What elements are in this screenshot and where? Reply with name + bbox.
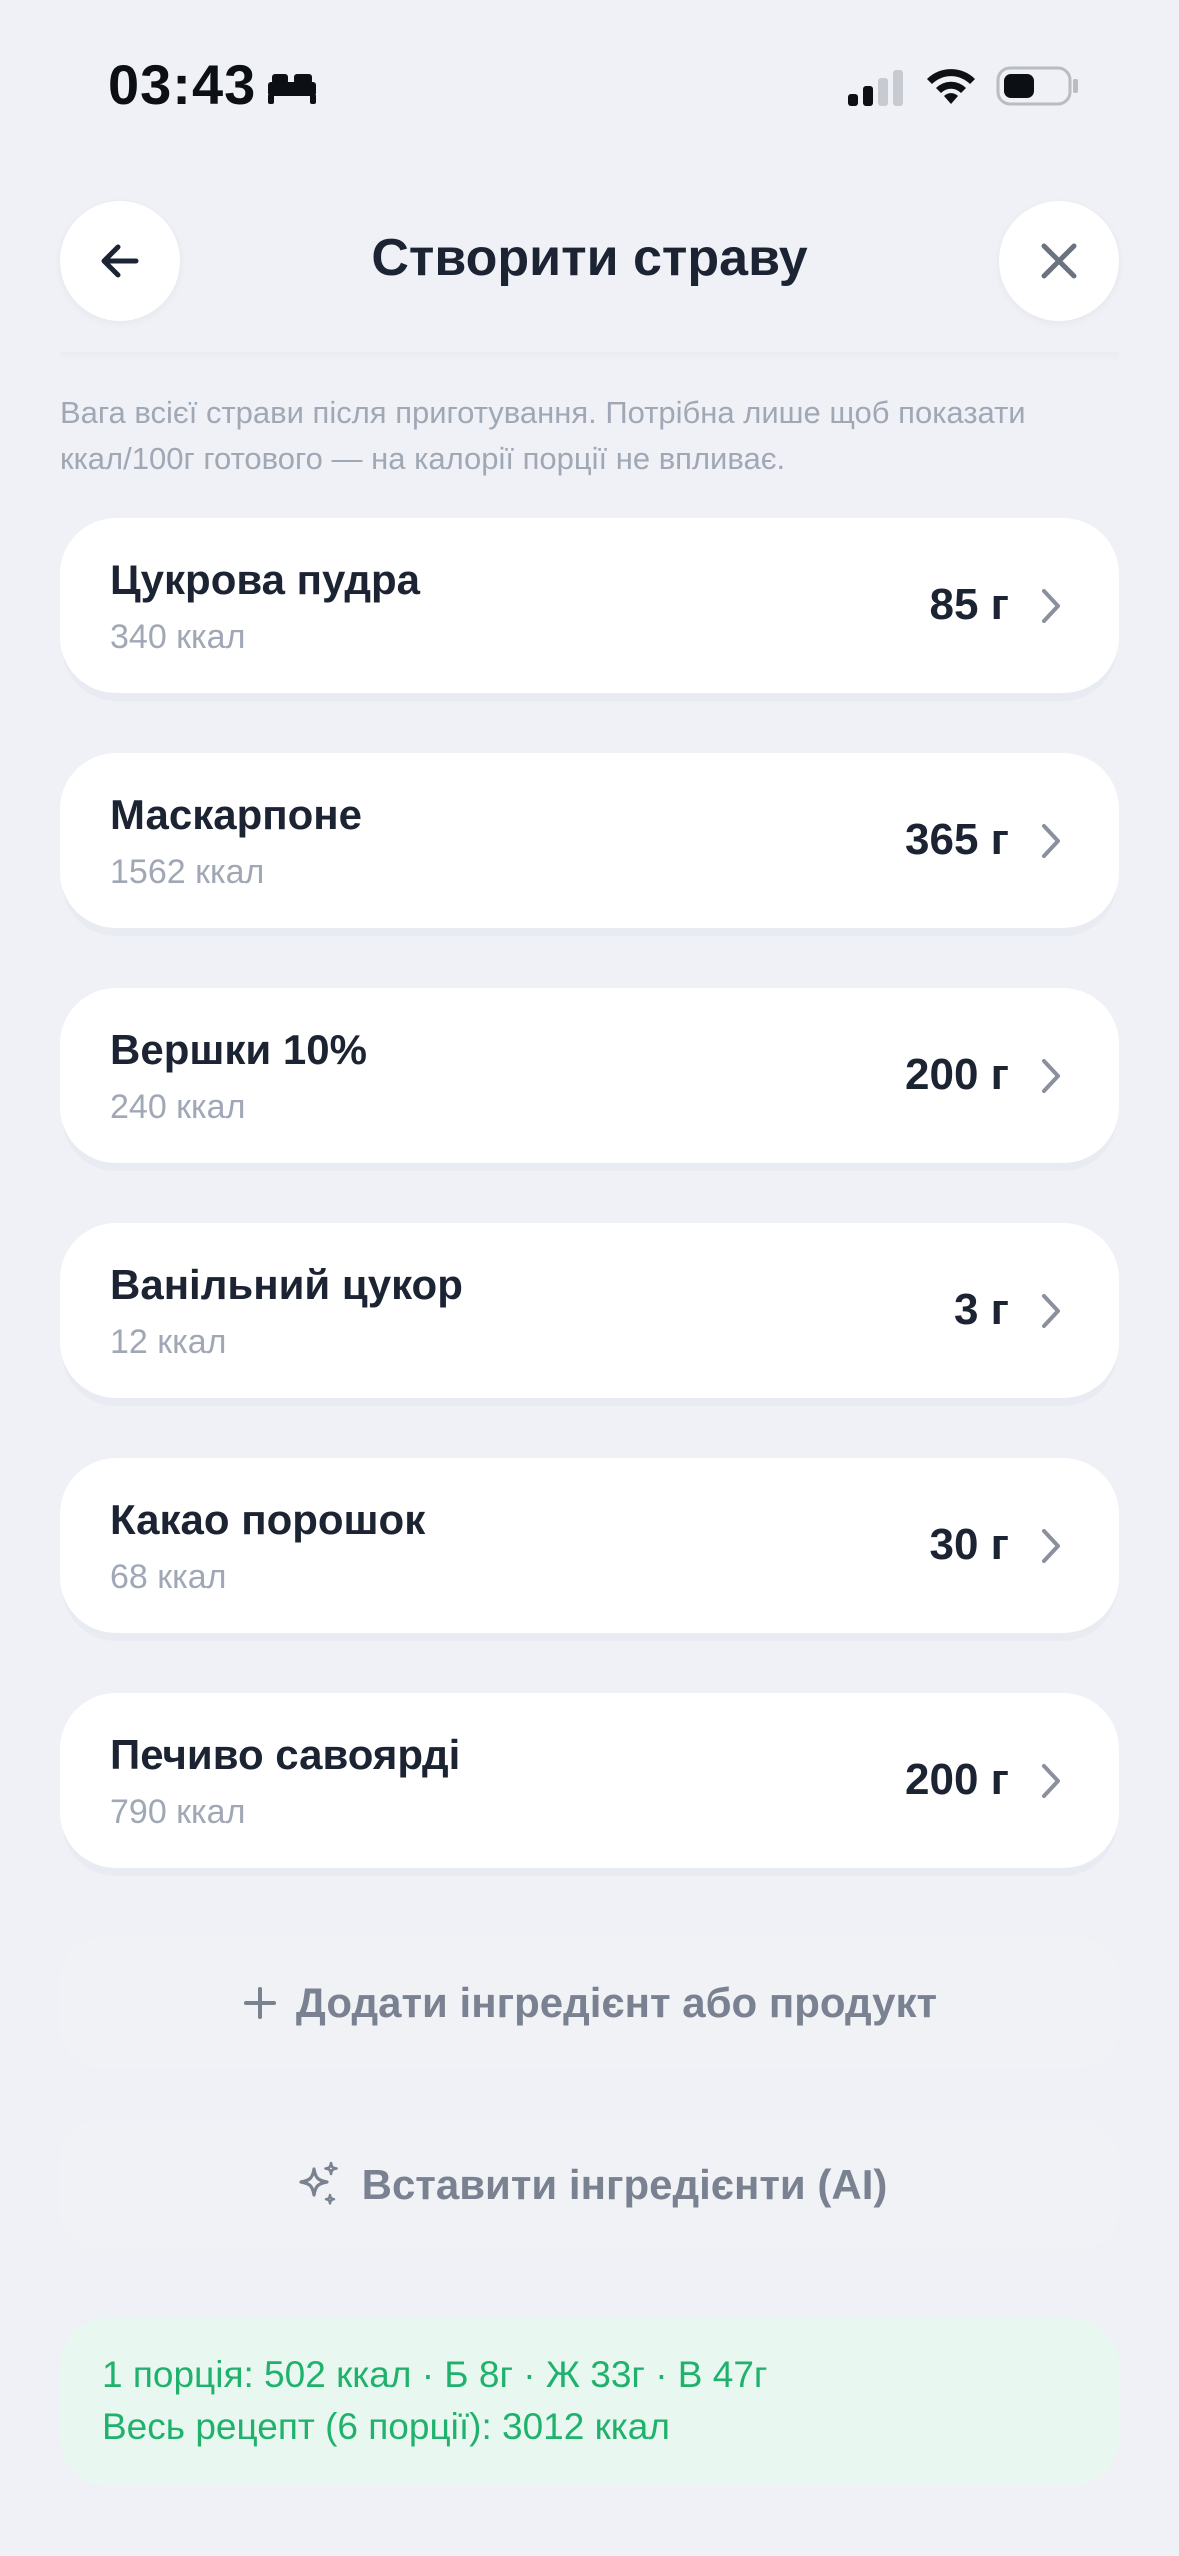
add-ingredient-button[interactable]: Додати інгредієнт або продукт [60,1938,1119,2068]
chevron-right-icon [1042,824,1060,858]
ingredient-name: Ванільний цукор [110,1261,463,1308]
ingredient-row-cream[interactable]: Вершки 10% 240 ккал 200 г [60,988,1119,1163]
cooked-weight-hint: Вага всієї страви після приготування. По… [60,395,1026,476]
paste-ingredients-ai-button[interactable]: Вставити інгредієнти (AI) [60,2120,1119,2250]
ingredient-row-mascarpone[interactable]: Маскарпоне 1562 ккал 365 г [60,753,1119,928]
whole-recipe-summary: Весь рецепт (6 порції): 3012 ккал [102,2406,670,2447]
ingredient-kcal: 790 ккал [110,1793,246,1831]
battery-icon [996,66,1078,106]
ingredient-amount: 3 г [953,1285,1009,1334]
ingredient-amount: 200 г [905,1755,1009,1804]
ingredient-name: Цукрова пудра [110,556,421,603]
wifi-icon [927,69,975,104]
ingredient-row-savoiardi[interactable]: Печиво савоярді 790 ккал 200 г [60,1693,1119,1868]
ingredient-kcal: 68 ккал [110,1558,227,1596]
chevron-right-icon [1042,1294,1060,1328]
ingredient-kcal: 12 ккал [110,1323,227,1361]
page-title: Створити страву [371,229,808,287]
chevron-right-icon [1042,1764,1060,1798]
paste-ingredients-ai-label: Вставити інгредієнти (AI) [361,2161,888,2208]
nutrition-summary: 1 порція: 502 ккал · Б 8г · Ж 33г · В 47… [60,2318,1119,2486]
ingredient-amount: 365 г [905,815,1009,864]
ingredient-row-vanilla-sugar[interactable]: Ванільний цукор 12 ккал 3 г [60,1223,1119,1398]
ingredient-amount: 30 г [929,1520,1010,1569]
status-time: 03:43 [108,53,257,116]
ingredient-name: Какао порошок [110,1496,426,1543]
chevron-right-icon [1042,1529,1060,1563]
status-bar: 03:43 [0,0,1179,175]
per-portion-summary: 1 порція: 502 ккал · Б 8г · Ж 33г · В 47… [102,2354,768,2395]
ingredient-kcal: 340 ккал [110,618,246,656]
sparkles-icon [299,2161,338,2205]
ingredient-amount: 85 г [929,580,1010,629]
close-icon [1041,243,1077,279]
ingredient-amount: 200 г [905,1050,1009,1099]
ingredient-kcal: 1562 ккал [110,853,265,891]
add-ingredient-label: Додати інгредієнт або продукт [295,1979,938,2026]
ingredient-row-icing-sugar[interactable]: Цукрова пудра 340 ккал 85 г [60,518,1119,693]
header-divider [60,352,1119,362]
cellular-signal-icon [848,70,903,106]
chevron-right-icon [1042,589,1060,623]
arrow-left-icon [101,244,139,278]
close-button[interactable] [999,201,1119,321]
bed-icon [268,74,316,104]
plus-icon [243,1987,276,2019]
ingredient-name: Вершки 10% [110,1026,367,1073]
ingredient-row-cocoa-powder[interactable]: Какао порошок 68 ккал 30 г [60,1458,1119,1633]
ingredient-kcal: 240 ккал [110,1088,246,1126]
ingredient-name: Печиво савоярді [110,1731,461,1778]
chevron-right-icon [1042,1059,1060,1093]
back-button[interactable] [60,201,180,321]
ingredient-name: Маскарпоне [110,791,362,838]
